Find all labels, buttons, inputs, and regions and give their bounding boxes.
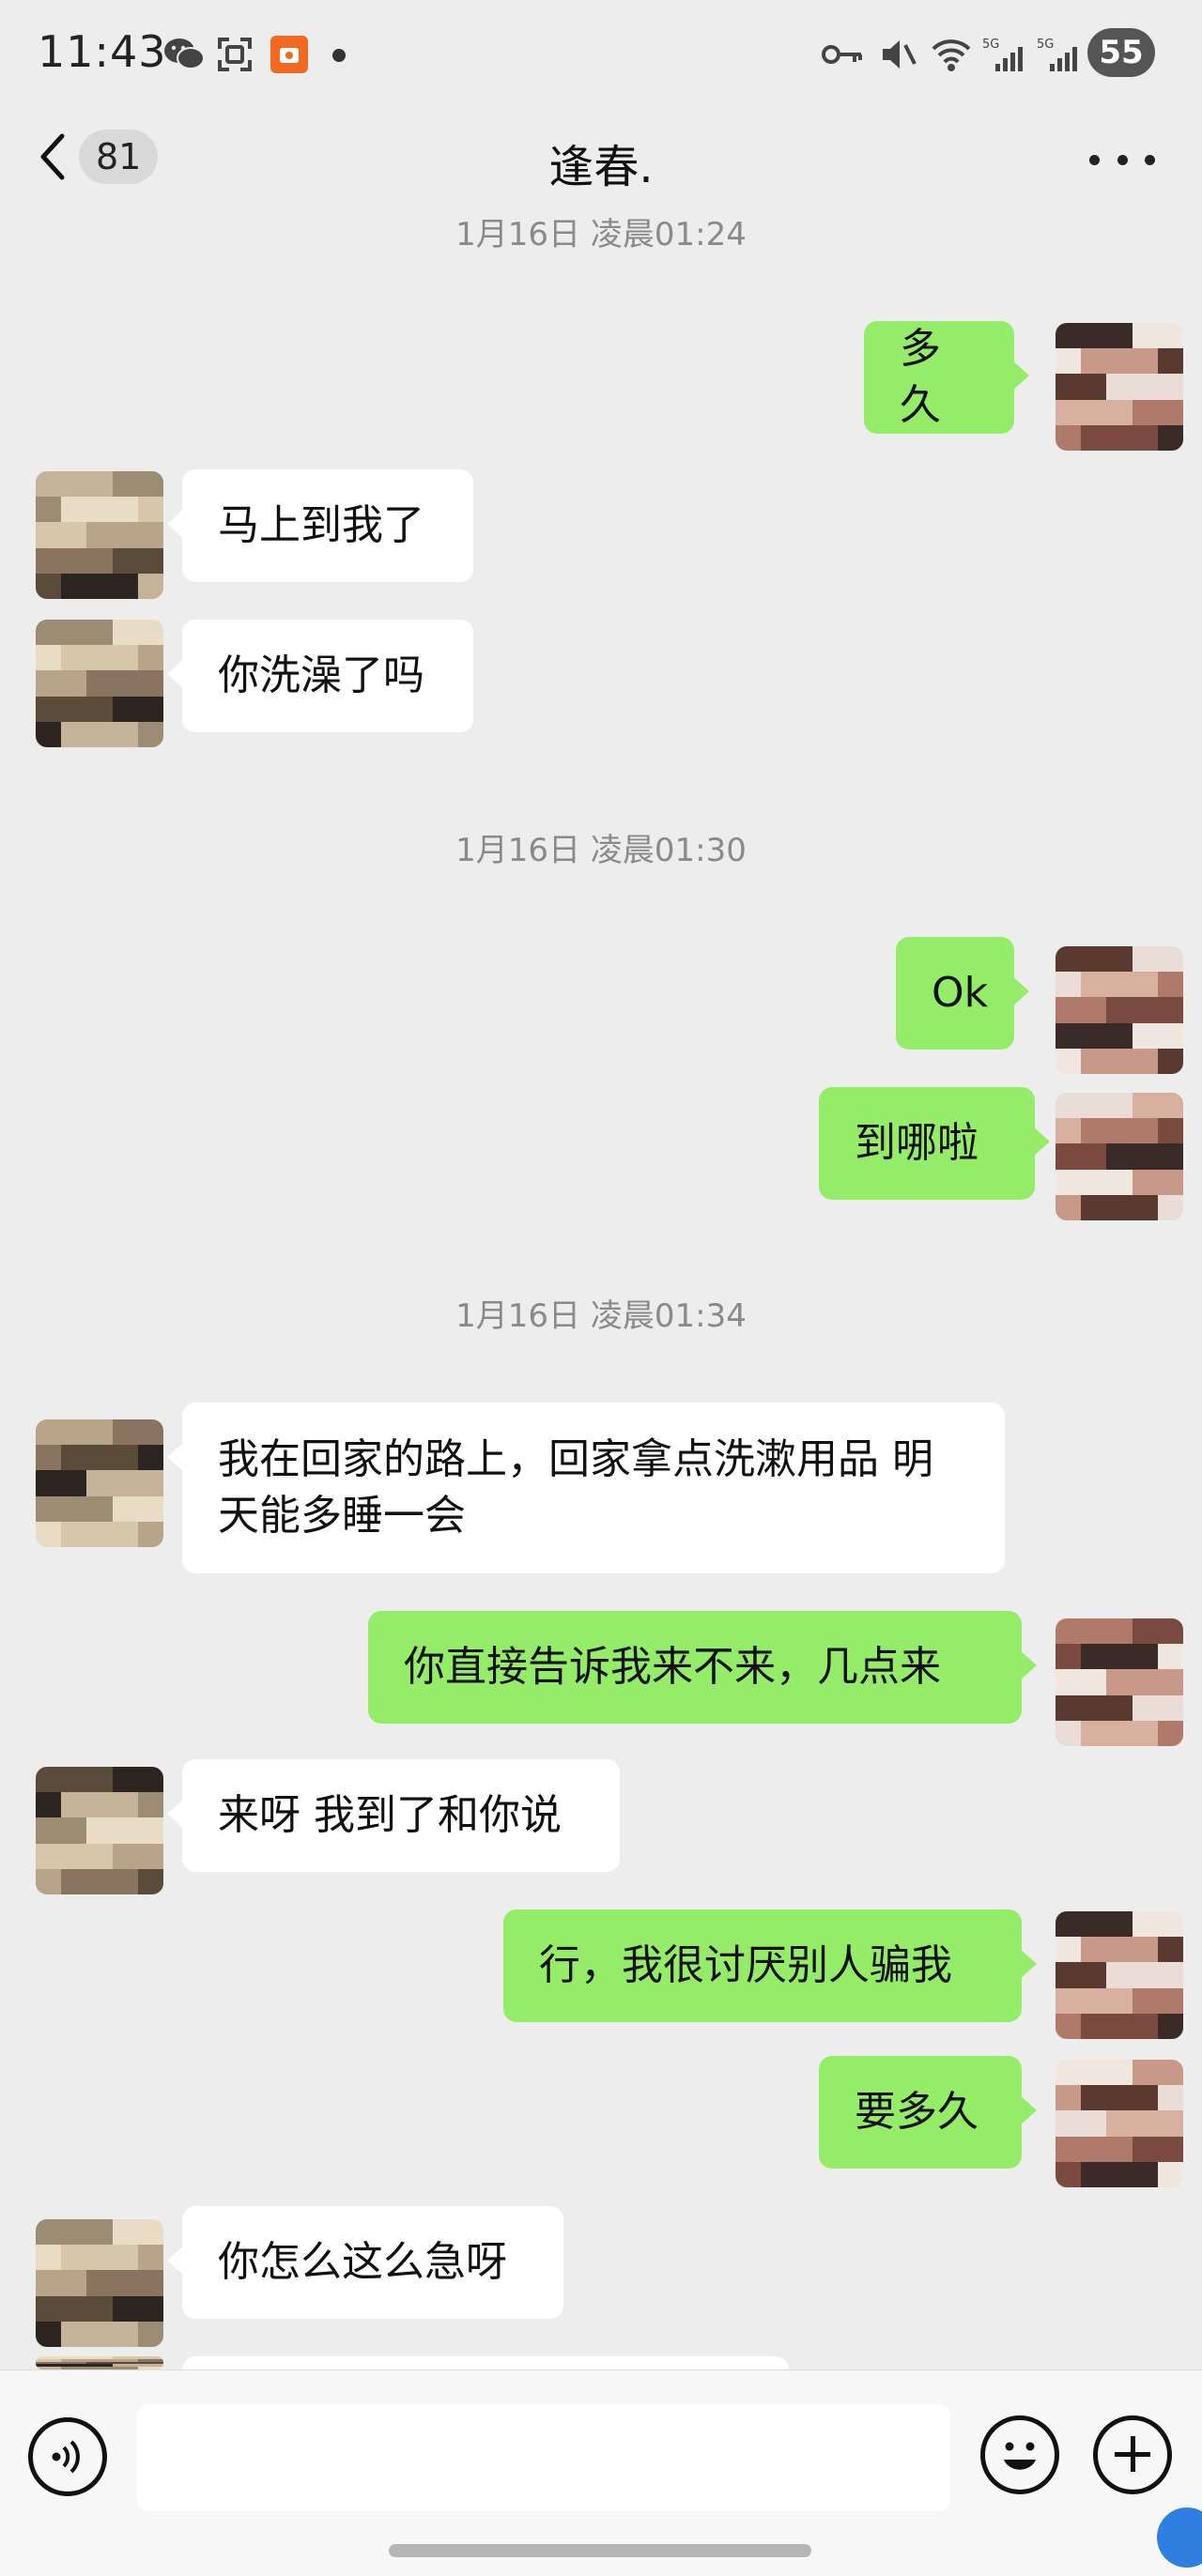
battery-indicator: 55: [1087, 28, 1155, 77]
wifi-icon: [928, 34, 975, 75]
timestamp: 1月16日 凌晨01:30: [455, 832, 747, 869]
message-bubble-incoming[interactable]: 你怎么这么急呀: [167, 2206, 563, 2319]
message-text-line: 我在回家的路上，回家拿点洗漱用品 明: [218, 1435, 933, 1483]
message-input[interactable]: [137, 2404, 950, 2511]
chat-title: 逢春.: [548, 141, 654, 193]
avatar: [36, 2356, 163, 2369]
home-indicator[interactable]: [389, 2544, 811, 2557]
avatar[interactable]: [36, 2219, 163, 2347]
emoji-icon[interactable]: [980, 2415, 1059, 2494]
scan-icon: [214, 34, 255, 75]
floating-assistant-icon[interactable]: [1157, 2507, 1202, 2568]
plus-icon[interactable]: [1093, 2415, 1172, 2494]
status-time: 11:43: [38, 26, 167, 77]
signal-5g-icon: 5G: [982, 34, 1024, 75]
message-bubble-incoming[interactable]: 你洗澡了吗: [167, 620, 473, 732]
message-bubble-incoming[interactable]: 我在回家的路上，回家拿点洗漱用品 明 天能多睡一会: [167, 1403, 1005, 1573]
avatar[interactable]: [1056, 2060, 1183, 2187]
message-bubble-outgoing[interactable]: 你直接告诉我来不来，几点来: [368, 1611, 1037, 1724]
app-icon: [270, 36, 308, 73]
avatar[interactable]: [1056, 946, 1183, 1074]
voice-icon[interactable]: [28, 2417, 107, 2496]
avatar[interactable]: [36, 1419, 163, 1547]
unread-count-badge: 81: [79, 130, 159, 184]
chat-header: 逢春. 81: [0, 103, 1202, 207]
avatar[interactable]: [1056, 1911, 1183, 2039]
message-bubble-outgoing[interactable]: Ok: [896, 937, 1029, 1050]
message-bubble-outgoing[interactable]: 到哪啦: [819, 1087, 1050, 1200]
avatar[interactable]: [1056, 323, 1183, 451]
timestamp: 1月16日 凌晨01:24: [455, 216, 747, 253]
avatar[interactable]: [36, 620, 163, 747]
status-bar: 11:43 5G 5G 55: [0, 0, 1202, 103]
message-bubble-incoming[interactable]: 来呀 我到了和你说: [167, 1759, 620, 1872]
avatar[interactable]: [36, 471, 163, 599]
mute-icon: [877, 34, 918, 75]
svg-text:5G: 5G: [982, 38, 999, 52]
avatar[interactable]: [1056, 1618, 1183, 1746]
message-text-line: 天能多睡一会: [218, 1492, 466, 1540]
message-bubble-incoming-partial: [167, 2356, 789, 2426]
message-bubble-incoming[interactable]: 马上到我了: [167, 469, 473, 582]
signal-5g-icon: 5G: [1037, 34, 1078, 75]
timestamp: 1月16日 凌晨01:34: [455, 1297, 747, 1335]
message-bubble-outgoing[interactable]: 行，我很讨厌别人骗我: [503, 1909, 1037, 2022]
wechat-icon: [162, 34, 207, 75]
message-bubble-outgoing[interactable]: 多久: [864, 321, 1029, 434]
key-icon: [821, 34, 864, 75]
message-bubble-outgoing[interactable]: 要多久: [819, 2056, 1037, 2169]
svg-text:5G: 5G: [1037, 38, 1054, 52]
back-chevron-icon: [40, 133, 65, 180]
more-icon[interactable]: [1089, 131, 1155, 188]
avatar[interactable]: [36, 1767, 163, 1894]
avatar[interactable]: [1056, 1093, 1183, 1220]
notification-dot-icon: [332, 49, 346, 62]
back-button[interactable]: 81: [38, 124, 178, 190]
